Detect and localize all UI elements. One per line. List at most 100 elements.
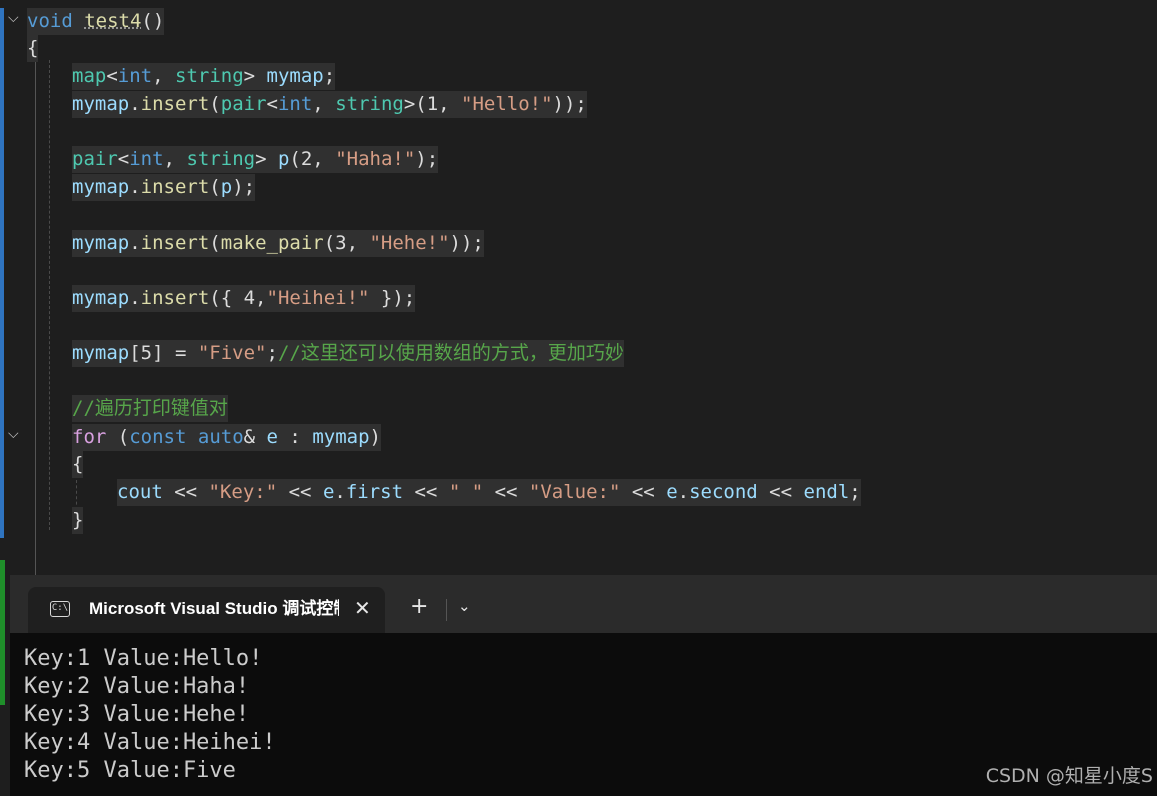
code-token: () xyxy=(141,10,165,32)
code-token: : xyxy=(277,426,313,448)
code-token: pair xyxy=(72,148,118,170)
console-icon: C:\ xyxy=(50,601,70,617)
fold-chevron-icon[interactable]: ⌵ xyxy=(8,426,19,442)
chevron-down-icon[interactable]: ⌄ xyxy=(458,597,471,615)
code-token: make_pair xyxy=(220,232,324,254)
code-token: ( xyxy=(106,426,130,448)
code-line[interactable]: mymap.insert(pair<int, string>(1, "Hello… xyxy=(72,91,587,118)
code-token: } xyxy=(72,509,84,531)
code-token: < xyxy=(106,65,118,87)
code-line[interactable]: void test4() xyxy=(27,8,165,35)
code-line[interactable]: { xyxy=(27,35,39,62)
code-token: & xyxy=(243,426,267,448)
code-token: [5] = xyxy=(129,342,198,364)
code-token: { xyxy=(27,37,39,59)
code-token: < xyxy=(117,148,130,170)
code-token: mymap xyxy=(72,287,130,309)
code-line[interactable]: pair<int, string> p(2, "Haha!"); xyxy=(72,146,439,173)
code-token: ); xyxy=(232,176,256,198)
code-token: pair xyxy=(220,93,267,115)
code-token: insert xyxy=(140,93,210,115)
code-token: e xyxy=(666,481,678,503)
code-token: mymap xyxy=(72,176,130,198)
code-token: ( xyxy=(209,176,221,198)
console-line: Key:2 Value:Haha! xyxy=(24,674,250,699)
console-line: Key:3 Value:Hehe! xyxy=(24,702,250,727)
code-token: endl xyxy=(803,481,850,503)
code-token: string xyxy=(186,148,256,170)
code-token: "Value:" xyxy=(528,481,621,503)
code-token: . xyxy=(129,232,141,254)
code-token: ); xyxy=(415,148,439,170)
code-token: //遍历打印键值对 xyxy=(72,397,228,419)
code-token: for xyxy=(72,426,107,448)
console-line: Key:4 Value:Heihei! xyxy=(24,730,276,755)
code-token: << xyxy=(483,481,529,503)
code-line[interactable]: mymap.insert(make_pair(3, "Hehe!")); xyxy=(72,230,484,257)
code-token: int xyxy=(277,93,313,115)
code-token: }); xyxy=(369,287,416,309)
tab-debug-console[interactable]: C:\ Microsoft Visual Studio 调试控制台 ✕ xyxy=(28,587,385,633)
code-token: >(1, xyxy=(403,93,462,115)
code-editor[interactable]: ⌵ ⌵ void test4() { map<int, string> myma… xyxy=(0,0,1157,575)
code-line[interactable]: mymap.insert(p); xyxy=(72,174,256,201)
code-token: map xyxy=(72,65,107,87)
code-token: "Hello!" xyxy=(461,93,553,115)
new-tab-button[interactable]: + xyxy=(410,596,428,618)
close-icon[interactable]: ✕ xyxy=(354,596,371,620)
code-token: > xyxy=(243,65,267,87)
code-line[interactable]: mymap.insert({ 4,"Heihei!" }); xyxy=(72,285,416,312)
code-token: test4 xyxy=(84,10,142,32)
indent-guide xyxy=(76,480,77,510)
code-token: mymap xyxy=(72,93,130,115)
tab-title: Microsoft Visual Studio 调试控制台 xyxy=(89,599,339,618)
watermark: CSDN @知星小度S xyxy=(985,765,1153,787)
code-token: string xyxy=(335,93,404,115)
code-line[interactable]: cout << "Key:" << e.first << " " << "Val… xyxy=(117,479,861,506)
code-line[interactable]: } xyxy=(72,507,84,534)
code-token: //这里还可以使用数组的方式，更加巧妙 xyxy=(277,342,624,364)
code-token: "Key:" xyxy=(208,481,278,503)
code-line[interactable]: map<int, string> mymap; xyxy=(72,63,336,90)
code-line[interactable]: mymap[5] = "Five";//这里还可以使用数组的方式，更加巧妙 xyxy=(72,340,624,367)
code-token: . xyxy=(129,93,141,115)
code-token: . xyxy=(334,481,346,503)
code-line[interactable]: for (const auto& e : mymap) xyxy=(72,424,381,451)
code-token: )); xyxy=(552,93,587,115)
code-token: second xyxy=(689,481,758,503)
code-token: e xyxy=(322,481,335,503)
fold-chevron-icon[interactable]: ⌵ xyxy=(8,10,19,26)
code-token: , xyxy=(312,93,336,115)
code-token: "Heihei!" xyxy=(266,287,370,309)
code-token: auto xyxy=(197,426,244,448)
code-token: mymap xyxy=(72,342,130,364)
code-token: ) xyxy=(369,426,381,448)
code-token: << xyxy=(620,481,667,503)
code-token: ; xyxy=(849,481,861,503)
code-token: (3, xyxy=(323,232,370,254)
change-indicator-bar xyxy=(0,8,4,538)
code-token: << xyxy=(162,481,209,503)
code-token: e xyxy=(266,426,278,448)
code-token: << xyxy=(757,481,804,503)
indent-guide xyxy=(35,60,36,575)
code-token: "Haha!" xyxy=(335,148,416,170)
code-line[interactable]: { xyxy=(72,451,84,478)
code-token: p xyxy=(220,176,233,198)
terminal-tab-bar: C:\ Microsoft Visual Studio 调试控制台 ✕ + ⌄ xyxy=(10,575,1157,633)
console-line: Key:1 Value:Hello! xyxy=(24,646,263,671)
code-line[interactable]: //遍历打印键值对 xyxy=(72,395,228,422)
console-output: Key:1 Value:Hello! Key:2 Value:Haha! Key… xyxy=(24,645,276,785)
code-token: << xyxy=(403,481,449,503)
console-line: Key:5 Value:Five xyxy=(24,758,236,783)
code-token: cout xyxy=(117,481,163,503)
change-indicator-bar-saved xyxy=(0,575,5,705)
code-token: . xyxy=(129,176,141,198)
code-token: (2, xyxy=(289,148,336,170)
code-token: , xyxy=(163,148,187,170)
code-token: string xyxy=(175,65,244,87)
code-token: , xyxy=(152,65,175,87)
change-indicator-bar-saved xyxy=(0,560,5,575)
